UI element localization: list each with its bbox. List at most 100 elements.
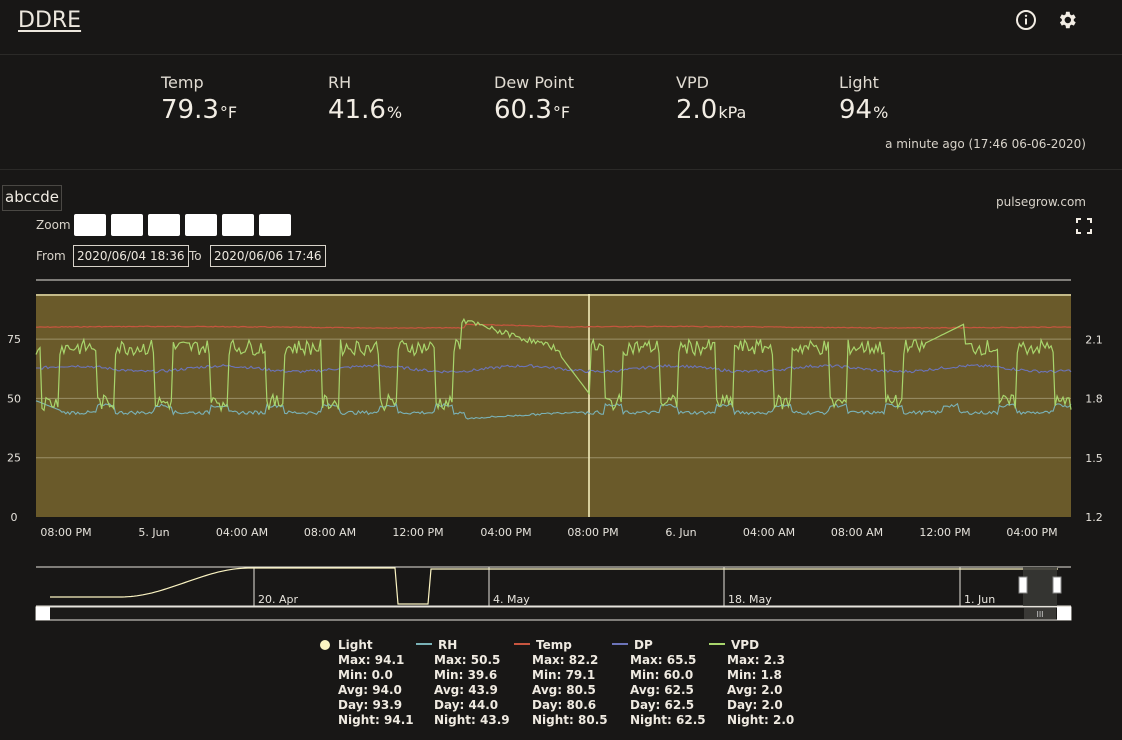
legend-stat-max: Max: 94.1 [338,653,405,667]
legend-stat-min: Min: 0.0 [338,668,393,682]
legend-stat-day: Day: 62.5 [630,698,695,712]
zoom-12h-button[interactable]: 12h [185,214,217,236]
metric-value: 60.3°F [494,95,571,125]
navigator-label: 1. Jun [964,593,995,606]
y-right-tick-label: 1.5 [1085,452,1103,465]
legend-series-name: Temp [536,638,572,652]
legend-stat-night: Night: 94.1 [338,713,414,727]
from-label: From [36,249,66,263]
metric-vpd: VPD 2.0kPa [676,73,746,125]
x-tick-label: 04:00 PM [480,526,531,539]
legend-item-dp[interactable]: DP Max: 65.5 Min: 60.0 Avg: 62.5 Day: 62.5 Ni… [612,638,706,728]
legend-stat-avg: Avg: 43.9 [434,683,498,697]
legend-stat-avg: Avg: 94.0 [338,683,402,697]
metric-value: 41.6% [328,95,403,125]
y-left-tick-label: 25 [7,452,21,465]
metric-label: Temp [161,73,204,92]
legend-item-temp[interactable]: Temp Max: 82.2 Min: 79.1 Avg: 80.5 Day: 80.6… [514,638,608,728]
legend-stat-avg: Avg: 62.5 [630,683,694,697]
info-icon[interactable] [1015,9,1037,31]
y-left-tick-label: 75 [7,333,21,346]
legend-stat-max: Max: 2.3 [727,653,786,667]
legend-swatch [416,643,432,645]
legend-header: Light [320,638,414,653]
brand-label: pulsegrow.com [996,195,1086,209]
fullscreen-icon[interactable] [1076,218,1092,234]
x-tick-label: 08:00 PM [567,526,618,539]
legend-swatch [709,643,725,645]
scrollbar-right-button [1057,607,1071,620]
zoom-3h-button[interactable]: 3h [111,214,143,236]
navigator-handle-right [1052,576,1062,594]
header: DDRE [0,0,1122,55]
zoom-label: Zoom [36,218,71,232]
y-right-tick-label: 1.8 [1085,393,1103,406]
x-tick-label: 12:00 PM [392,526,443,539]
legend-stat-min: Min: 60.0 [630,668,694,682]
to-label: To [189,249,202,263]
scrollbar-grip: III [1036,610,1043,619]
legend-stat-avg: Avg: 80.5 [532,683,596,697]
x-tick-label: 08:00 AM [831,526,883,539]
zoom-1h-button[interactable]: 1h [74,214,106,236]
legend-stat-day: Day: 44.0 [434,698,499,712]
main-chart-canvas[interactable]: 0 25 50 75 1.2 1.5 1.8 2.1 08:00 PM 5. Jun 04:00 A… [0,278,1122,630]
legend-series-name: VPD [731,638,760,652]
x-tick-label: 08:00 PM [40,526,91,539]
from-date-input[interactable]: 2020/06/04 18:36 [73,245,189,267]
legend-stat-min: Min: 79.1 [532,668,596,682]
metric-value: 79.3°F [161,95,238,125]
metric-label: RH [328,73,352,92]
legend-stat-night: Night: 80.5 [532,713,608,727]
scrollbar-track [35,606,1072,621]
legend-header: DP [612,638,706,653]
x-tick-label: 04:00 PM [1006,526,1057,539]
legend-stat-min: Min: 39.6 [434,668,498,682]
legend-item-rh[interactable]: RH Max: 50.5 Min: 39.6 Avg: 43.9 Day: 44.0 Ni… [416,638,510,728]
legend-stat-day: Day: 80.6 [532,698,597,712]
x-tick-label: 12:00 PM [919,526,970,539]
legend-header: RH [416,638,510,653]
navigator-series-line [50,567,1058,605]
zoom-all-button[interactable]: All [259,214,291,236]
legend-stat-night: Night: 62.5 [630,713,706,727]
metric-rh: RH 41.6% [328,73,402,125]
y-right-tick-label: 1.2 [1085,511,1103,524]
metric-light: Light 94% [839,73,888,125]
navigator-handle-left [1018,576,1028,594]
legend-stat-day: Day: 93.9 [338,698,403,712]
legend-stat-day: Day: 2.0 [727,698,783,712]
scrollbar-left-button [36,607,50,620]
app-title[interactable]: DDRE [18,8,81,33]
metric-label: VPD [676,73,709,92]
x-tick-label: 08:00 AM [304,526,356,539]
metrics-panel: Temp 79.3°F RH 41.6% Dew Point 60.3°F VP… [0,55,1122,170]
legend-series-name: Light [338,638,373,652]
legend-header: VPD [709,638,794,653]
legend-item-light[interactable]: Light Max: 94.1 Min: 0.0 Avg: 94.0 Day: 93.9… [320,638,414,728]
legend-stat-night: Night: 43.9 [434,713,510,727]
to-date-input[interactable]: 2020/06/06 17:46 [210,245,326,267]
x-tick-label: 5. Jun [138,526,169,539]
legend-stat-max: Max: 82.2 [532,653,599,667]
metric-label: Light [839,73,879,92]
metric-value: 2.0kPa [676,95,747,125]
legend-stat-max: Max: 65.5 [630,653,697,667]
y-left-tick-label: 50 [7,392,21,405]
gear-icon[interactable] [1056,9,1078,31]
zoom-1d-button[interactable]: 1d [222,214,254,236]
y-left-tick-label: 0 [11,511,18,524]
zoom-6h-button[interactable]: 6h [148,214,180,236]
metric-temp: Temp 79.3°F [161,73,237,125]
legend-stat-night: Night: 2.0 [727,713,795,727]
navigator-label: 4. May [493,593,530,606]
legend-header: Temp [514,638,608,653]
metric-label: Dew Point [494,73,575,92]
x-tick-label: 04:00 AM [743,526,795,539]
legend-item-vpd[interactable]: VPD Max: 2.3 Min: 1.8 Avg: 2.0 Day: 2.0 Night… [709,638,794,728]
legend-series-name: DP [634,638,653,652]
x-tick-label: 6. Jun [665,526,696,539]
last-updated: a minute ago (17:46 06-06-2020) [885,137,1086,151]
legend-stat-max: Max: 50.5 [434,653,501,667]
device-name[interactable]: abccde [2,185,62,211]
